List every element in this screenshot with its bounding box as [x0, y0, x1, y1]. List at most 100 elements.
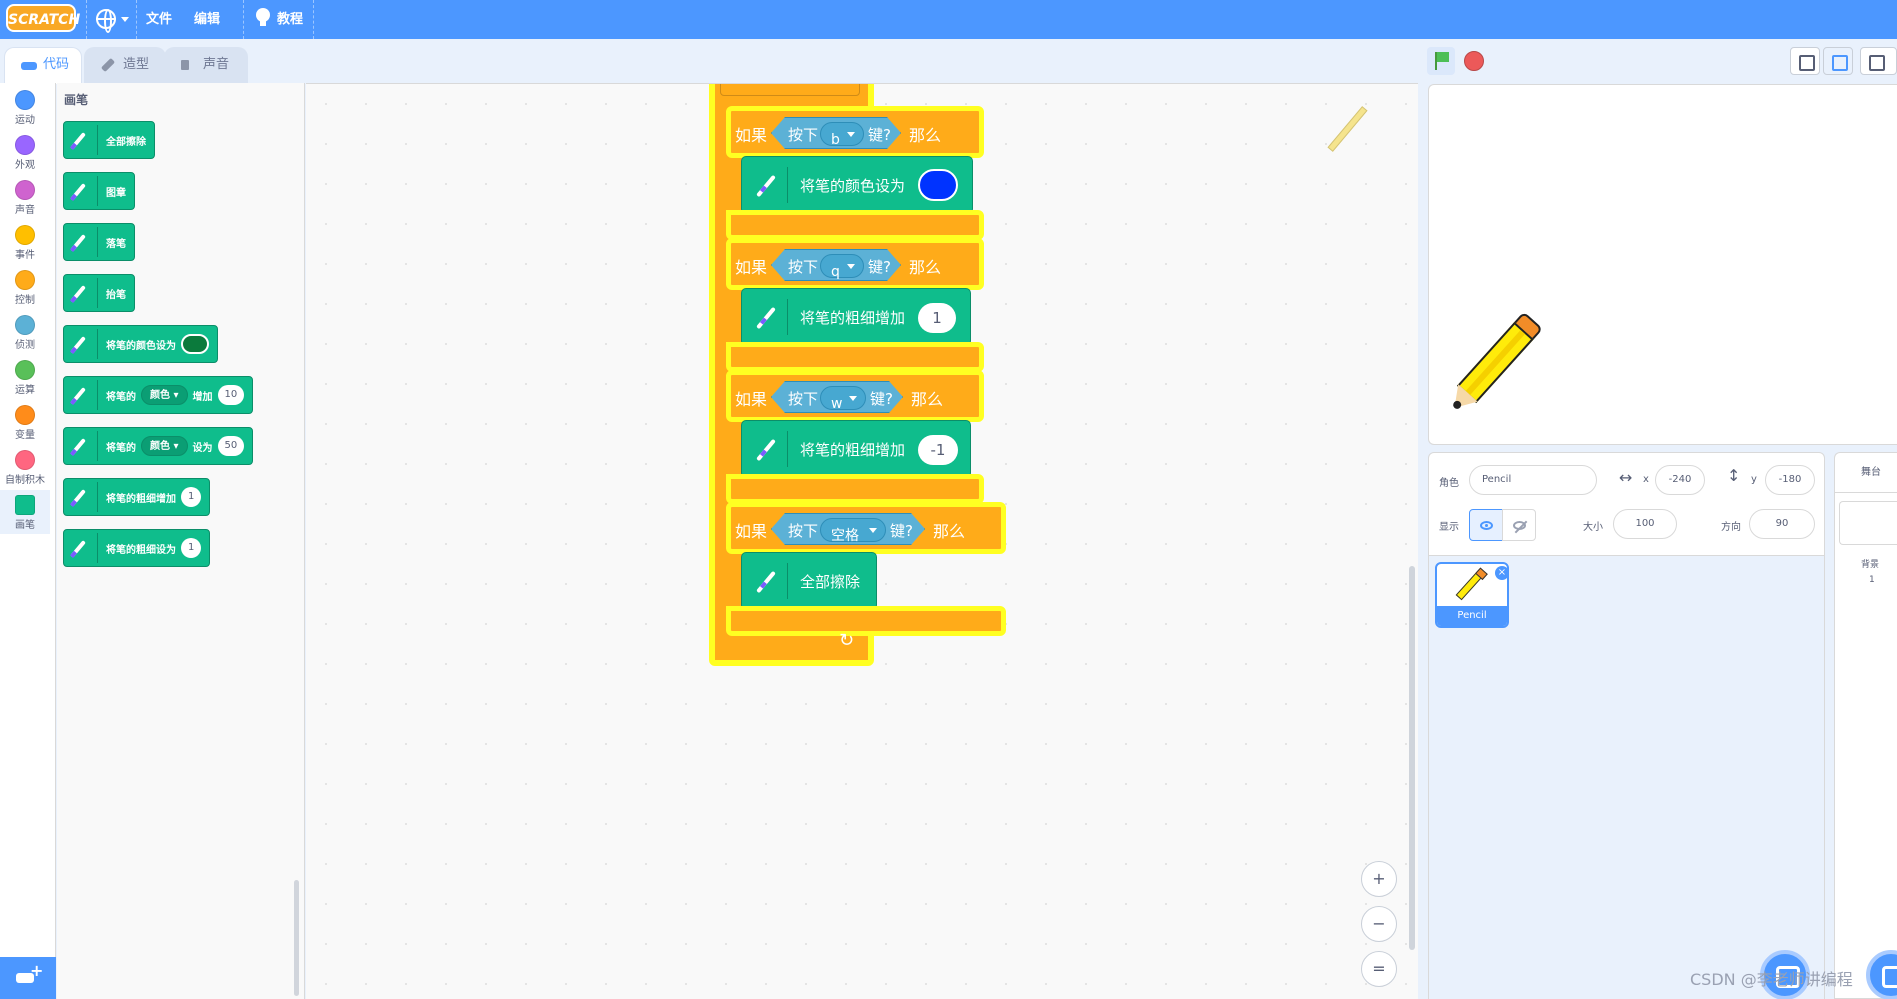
block-label: 将笔的粗细增加: [800, 309, 906, 327]
category-motion[interactable]: 运动: [0, 85, 50, 129]
stage-canvas[interactable]: [1428, 84, 1897, 445]
tab-costumes[interactable]: 造型: [84, 47, 166, 83]
block-label: 将笔的: [106, 442, 136, 454]
category-operators[interactable]: 运算: [0, 355, 50, 399]
number-input[interactable]: 50: [217, 436, 245, 456]
zoom-out-button[interactable]: −: [1361, 906, 1397, 942]
fullscreen-button[interactable]: [1860, 47, 1897, 75]
if-block-key-w[interactable]: 如果 按下 w 键? 那么: [726, 370, 984, 422]
tab-sounds[interactable]: 声音: [164, 47, 248, 83]
color-swatch[interactable]: [181, 334, 209, 354]
param-dropdown[interactable]: 颜色 ▾: [141, 385, 188, 405]
category-dot: [15, 270, 35, 290]
key-dropdown[interactable]: b: [820, 122, 864, 146]
category-dot: [15, 180, 35, 200]
set-pen-color-block[interactable]: 将笔的颜色设为: [741, 156, 973, 214]
edit-menu[interactable]: 编辑: [194, 8, 220, 27]
pen-icon: [748, 299, 788, 335]
direction-input[interactable]: 90: [1749, 509, 1815, 539]
sprite-tile[interactable]: × Pencil: [1435, 562, 1509, 628]
palette-block-pen-down[interactable]: 落笔: [63, 223, 135, 261]
show-sprite-toggle[interactable]: [1469, 509, 1503, 541]
category-pen[interactable]: 画笔: [0, 490, 50, 534]
param-dropdown[interactable]: 颜色 ▾: [141, 436, 188, 456]
category-dot: [15, 225, 35, 245]
palette-block-pen-up[interactable]: 抬笔: [63, 274, 135, 312]
category-label: 事件: [15, 250, 35, 261]
workspace-scrollbar[interactable]: [1409, 566, 1415, 950]
number-input[interactable]: 10: [217, 385, 245, 405]
category-variables[interactable]: 变量: [0, 400, 50, 444]
palette-block-set-color[interactable]: 将笔的颜色设为: [63, 325, 218, 363]
pen-clear-block[interactable]: 全部擦除: [741, 552, 877, 610]
green-flag-button[interactable]: [1427, 47, 1455, 75]
number-input[interactable]: 1: [918, 303, 956, 333]
pen-icon: [748, 431, 788, 467]
code-workspace[interactable]: 如果 按下 b 键? 那么 将笔的颜色设为 如果 按下 q 键? 那么 将笔的粗…: [306, 83, 1418, 999]
palette-block-set-param[interactable]: 将笔的 颜色 ▾ 设为 50: [63, 427, 254, 465]
speaker-icon: [181, 60, 189, 70]
category-events[interactable]: 事件: [0, 220, 50, 264]
tab-code[interactable]: 代码: [4, 47, 82, 84]
if-block-key-b[interactable]: 如果 按下 b 键? 那么: [726, 106, 984, 158]
number-input[interactable]: 1: [181, 538, 202, 558]
delete-sprite-icon[interactable]: ×: [1495, 566, 1507, 580]
category-dot: [15, 90, 35, 110]
small-stage-button[interactable]: [1790, 47, 1820, 75]
number-input[interactable]: 1: [181, 487, 202, 507]
tutorials-bulb-icon[interactable]: [256, 8, 270, 26]
palette-block-stamp[interactable]: 图章: [63, 172, 135, 210]
show-label: 显示: [1439, 522, 1459, 533]
key-dropdown[interactable]: q: [820, 254, 864, 278]
category-sound[interactable]: 声音: [0, 175, 50, 219]
key-pressed-condition[interactable]: 按下 w 键?: [771, 381, 903, 413]
language-caret-icon[interactable]: [121, 17, 129, 26]
scratch-logo[interactable]: SCRATCH: [6, 4, 80, 32]
eye-hidden-icon: [1513, 521, 1526, 530]
tutorials-menu[interactable]: 教程: [277, 8, 303, 27]
palette-block-clear[interactable]: 全部擦除: [63, 121, 155, 159]
previous-block-stub[interactable]: [720, 84, 860, 96]
key-pressed-condition[interactable]: 按下 q 键?: [771, 249, 901, 281]
key-pressed-condition[interactable]: 按下 空格 键?: [771, 513, 925, 545]
key-value: w: [831, 396, 843, 412]
if-block-key-q[interactable]: 如果 按下 q 键? 那么: [726, 238, 984, 290]
block-label: 将笔的粗细设为: [106, 544, 176, 556]
palette-scrollbar[interactable]: [294, 880, 299, 996]
palette-block-change-size[interactable]: 将笔的粗细增加 1: [63, 478, 211, 516]
category-looks[interactable]: 外观: [0, 130, 50, 174]
language-globe-icon[interactable]: [96, 9, 116, 33]
key-dropdown[interactable]: 空格: [820, 518, 886, 542]
stage-selector[interactable]: 舞台 背景 1: [1834, 452, 1897, 999]
palette-block-change-param[interactable]: 将笔的 颜色 ▾ 增加 10: [63, 376, 254, 414]
zoom-reset-button[interactable]: =: [1361, 951, 1397, 987]
pen-icon: [68, 533, 98, 563]
key-pressed-condition[interactable]: 按下 b 键?: [771, 117, 901, 149]
pencil-sprite[interactable]: [1444, 311, 1544, 417]
normal-stage-button[interactable]: [1823, 47, 1853, 75]
category-my-blocks[interactable]: 自制积木: [0, 445, 50, 489]
if-block-key-space[interactable]: 如果 按下 空格 键? 那么: [726, 502, 1006, 554]
category-control[interactable]: 控制: [0, 265, 50, 309]
y-input[interactable]: -180: [1765, 465, 1815, 495]
add-extension-button[interactable]: [0, 957, 56, 999]
menu-bar: SCRATCH 文件 编辑 教程: [0, 0, 1897, 39]
zoom-in-button[interactable]: +: [1361, 861, 1397, 897]
pen-icon: [68, 431, 98, 461]
stop-button[interactable]: [1464, 51, 1484, 71]
number-input[interactable]: -1: [918, 435, 958, 465]
key-dropdown[interactable]: w: [820, 386, 866, 410]
x-input[interactable]: -240: [1655, 465, 1705, 495]
file-menu[interactable]: 文件: [146, 8, 172, 27]
change-pen-size-block[interactable]: 将笔的粗细增加 1: [741, 288, 971, 346]
hide-sprite-toggle[interactable]: [1502, 509, 1536, 541]
change-pen-size-block[interactable]: 将笔的粗细增加 -1: [741, 420, 971, 478]
category-sensing[interactable]: 侦测: [0, 310, 50, 354]
palette-block-set-size[interactable]: 将笔的粗细设为 1: [63, 529, 211, 567]
size-input[interactable]: 100: [1613, 509, 1677, 539]
color-swatch[interactable]: [918, 169, 958, 201]
block-label: 图章: [106, 187, 126, 199]
condition-label: 按下: [788, 522, 819, 540]
stage-thumbnail[interactable]: [1839, 501, 1897, 545]
sprite-name-input[interactable]: Pencil: [1469, 465, 1597, 495]
